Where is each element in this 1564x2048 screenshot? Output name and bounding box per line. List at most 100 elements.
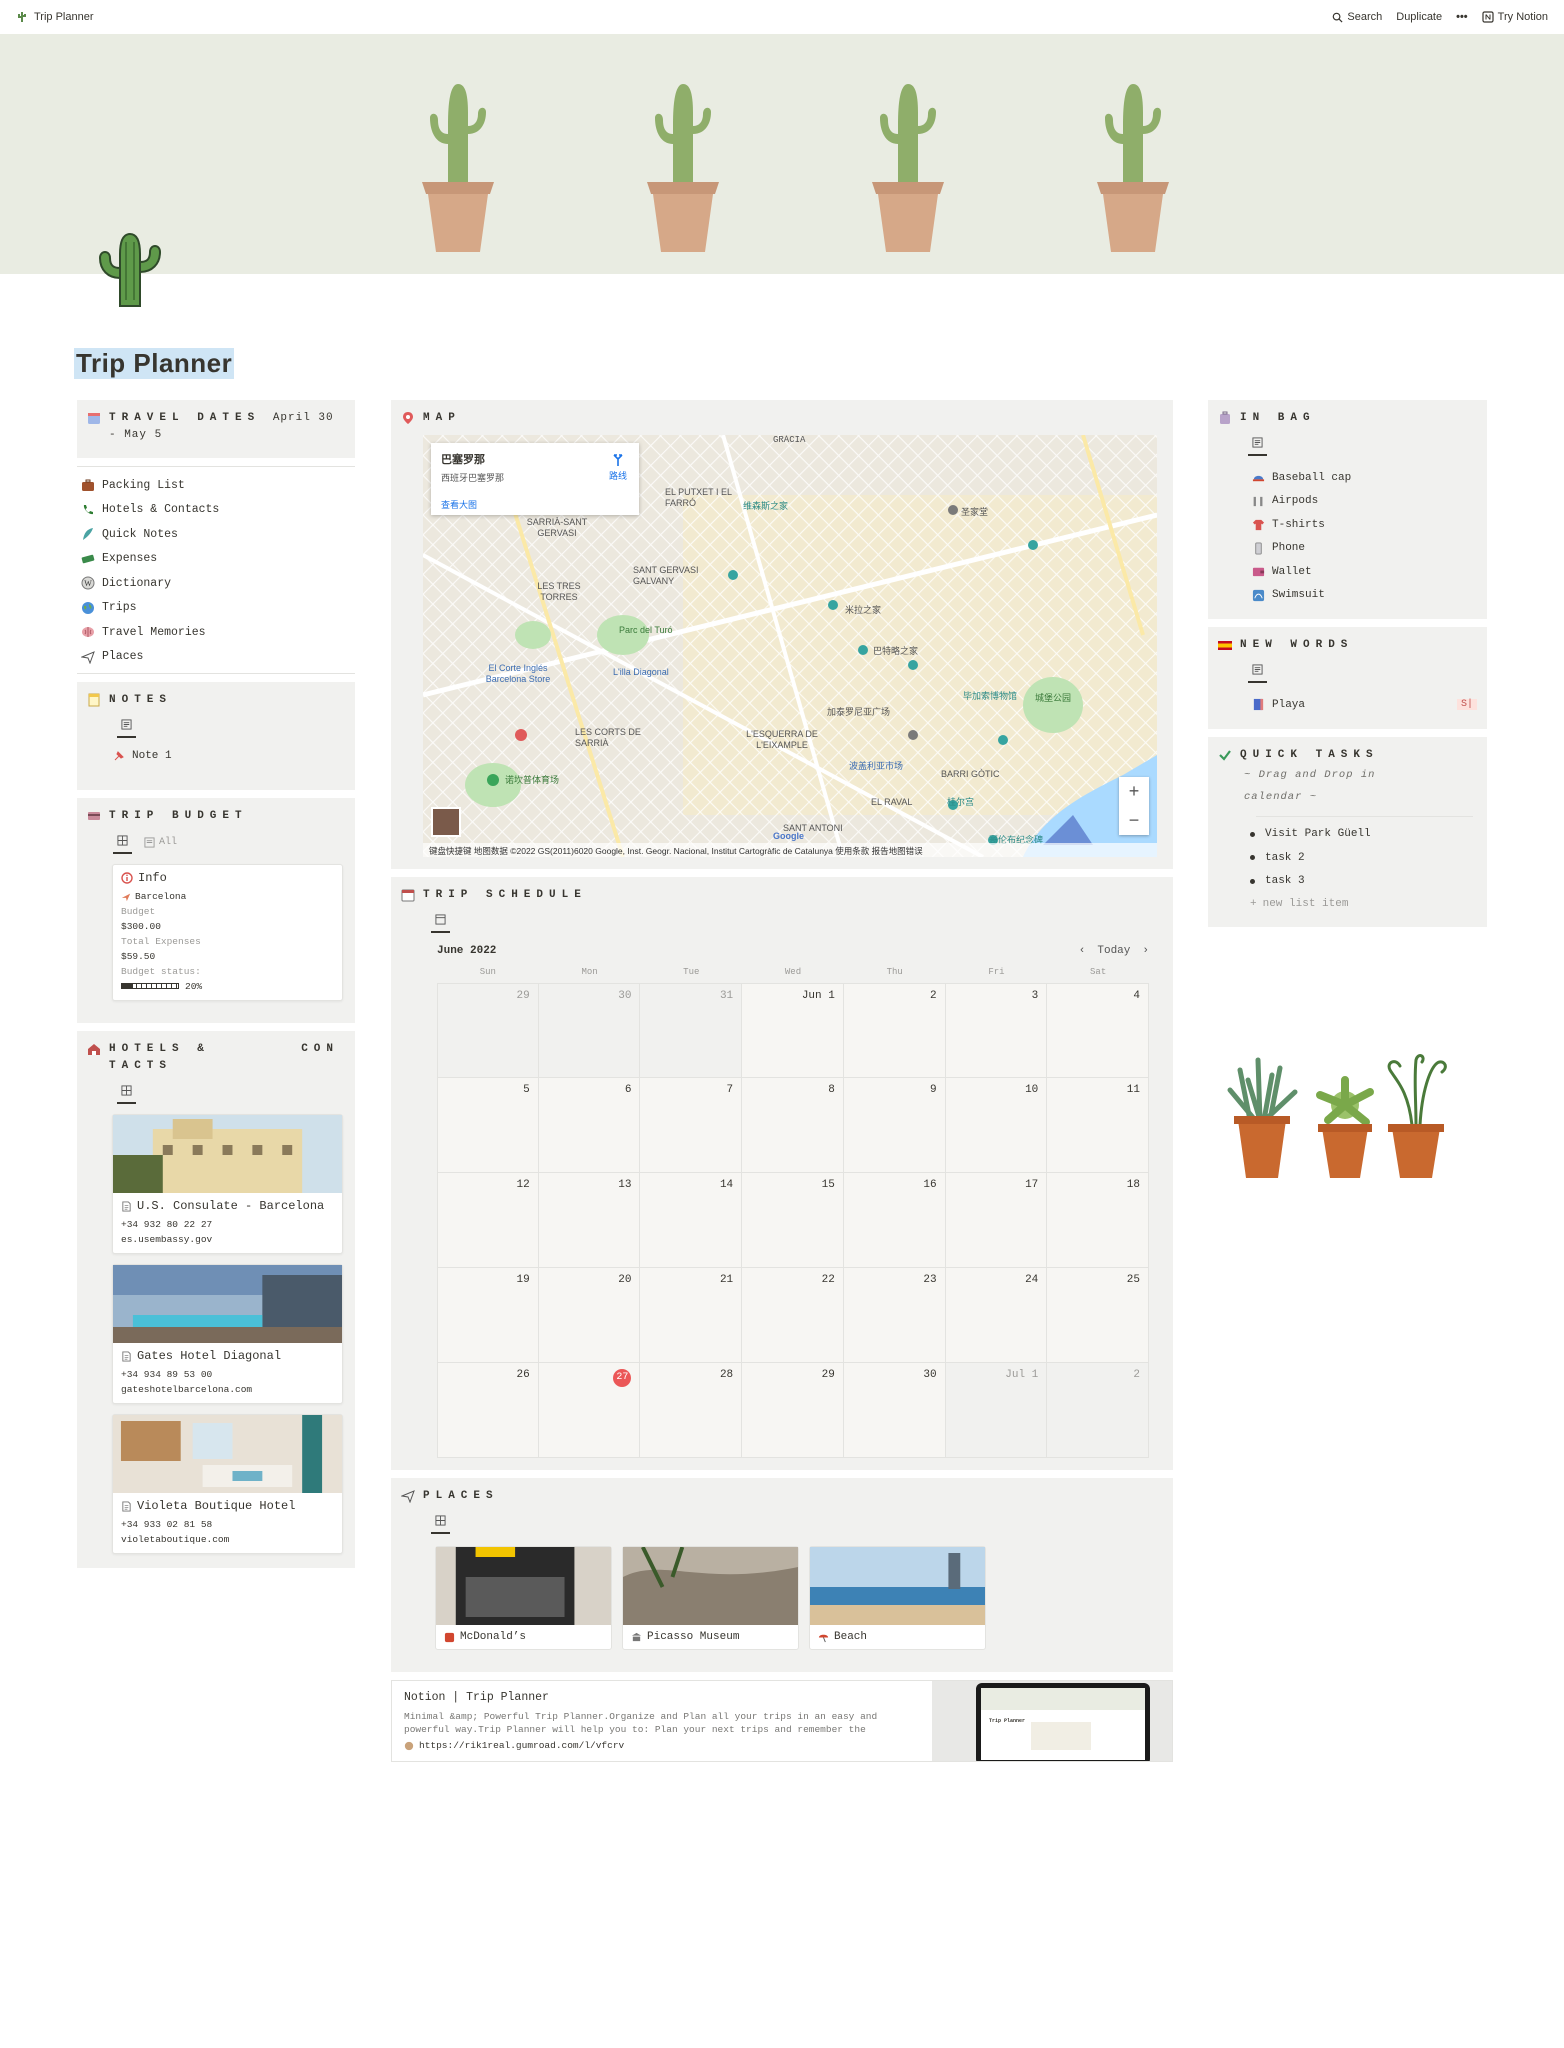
list-item[interactable]: Airpods	[1252, 490, 1477, 514]
bookmark-link[interactable]: Notion | Trip Planner Minimal &amp; Powe…	[391, 1680, 1173, 1762]
list-item[interactable]: Playa S|	[1252, 693, 1477, 717]
calendar-day-cell[interactable]: 12	[437, 1173, 539, 1268]
calendar-day-cell[interactable]: 20	[538, 1268, 641, 1363]
task-item[interactable]: Visit Park Güell	[1250, 823, 1477, 847]
calendar-day-cell[interactable]: 29	[742, 1363, 844, 1458]
hotels-title-part3: TACTS	[109, 1060, 173, 1072]
hotel-card[interactable]: Violeta Boutique Hotel +34 933 02 81 58 …	[112, 1414, 343, 1554]
calendar-day-cell[interactable]: 3	[945, 983, 1048, 1078]
gallery-view-tab[interactable]	[113, 829, 132, 854]
calendar-day-number: 4	[1133, 990, 1140, 1002]
nav-item-hotels-contacts[interactable]: Hotels & Contacts	[81, 498, 351, 523]
calendar-day-cell[interactable]: 5	[437, 1078, 539, 1173]
all-view-tab[interactable]: All	[140, 831, 181, 854]
nav-item-packing-list[interactable]: Packing List	[81, 473, 351, 498]
page-title[interactable]: Trip Planner	[74, 348, 235, 379]
calendar-day-cell[interactable]: 21	[640, 1268, 743, 1363]
calendar-day-cell[interactable]: 28	[640, 1363, 743, 1458]
list-item[interactable]: Swimsuit	[1252, 584, 1477, 608]
task-item[interactable]: task 3	[1250, 870, 1477, 894]
cactus-page-icon[interactable]	[88, 228, 172, 312]
list-item[interactable]: T-shirts	[1252, 513, 1477, 537]
nav-item-expenses[interactable]: Expenses	[81, 547, 351, 572]
nav-item-dictionary[interactable]: W Dictionary	[81, 571, 351, 596]
calendar-day-cell[interactable]: 7	[640, 1078, 743, 1173]
calendar-day-cell[interactable]: Jul 1	[945, 1363, 1048, 1458]
try-notion-button[interactable]: Try Notion	[1482, 11, 1548, 23]
nav-label: Packing List	[102, 478, 185, 492]
calendar-day-cell[interactable]: 26	[437, 1363, 539, 1458]
duplicate-button[interactable]: Duplicate	[1396, 11, 1442, 23]
calendar-view-tab[interactable]	[431, 908, 450, 933]
nav-item-places[interactable]: Places	[81, 645, 351, 670]
bookmark-thumbnail: Trip Planner	[932, 1681, 1172, 1761]
list-item[interactable]: Baseball cap	[1252, 466, 1477, 490]
hotel-url[interactable]: gateshotelbarcelona.com	[113, 1382, 342, 1403]
gallery-view-tab[interactable]	[117, 1079, 136, 1104]
google-map[interactable]: GRÀCIA EL PUTXET I EL FARRÓ SARRIÀ-SANT …	[423, 435, 1157, 857]
budget-card[interactable]: Info Barcelona Budget $300.00 Total Expe…	[112, 864, 343, 1001]
calendar-day-cell[interactable]: 17	[945, 1173, 1048, 1268]
task-item[interactable]: task 2	[1250, 846, 1477, 870]
place-card[interactable]: Beach	[809, 1546, 986, 1650]
view-larger-map-link[interactable]: 查看大图	[441, 498, 629, 511]
today-button[interactable]: Today	[1097, 945, 1130, 957]
gallery-view-tab[interactable]	[431, 1509, 450, 1534]
list-item[interactable]: Wallet	[1252, 560, 1477, 584]
calendar-day-cell[interactable]: 6	[538, 1078, 641, 1173]
calendar-day-cell[interactable]: 16	[843, 1173, 946, 1268]
calendar-day-number: 14	[719, 1179, 734, 1191]
breadcrumb[interactable]: Trip Planner	[16, 11, 94, 23]
place-card[interactable]: McDonald’s	[435, 1546, 612, 1650]
chevron-right-icon[interactable]: ›	[1142, 945, 1149, 957]
calendar-day-cell[interactable]: 19	[437, 1268, 539, 1363]
zoom-in-icon[interactable]: +	[1129, 781, 1140, 802]
nav-label: Travel Memories	[102, 625, 206, 639]
zoom-out-icon[interactable]: −	[1129, 810, 1140, 831]
calendar-day-cell[interactable]: 13	[538, 1173, 641, 1268]
hotel-url[interactable]: violetaboutique.com	[113, 1532, 342, 1553]
note-item[interactable]: Note 1	[87, 744, 345, 768]
calendar-day-cell[interactable]: 15	[742, 1173, 844, 1268]
list-view-tab[interactable]	[117, 713, 136, 738]
more-icon[interactable]: •••	[1456, 11, 1468, 23]
calendar-day-cell[interactable]: 2	[1047, 1363, 1149, 1458]
nav-item-trips[interactable]: Trips	[81, 596, 351, 621]
calendar-day-cell[interactable]: 25	[1047, 1268, 1149, 1363]
calendar-day-cell[interactable]: 8	[742, 1078, 844, 1173]
nav-item-travel-memories[interactable]: Travel Memories	[81, 620, 351, 645]
calendar-day-cell[interactable]: 10	[945, 1078, 1048, 1173]
list-view-tab[interactable]	[1248, 431, 1267, 456]
place-card[interactable]: Picasso Museum	[622, 1546, 799, 1650]
calendar-day-cell[interactable]: 2	[843, 983, 946, 1078]
new-list-item-button[interactable]: + new list item	[1250, 893, 1477, 915]
hotel-card[interactable]: Gates Hotel Diagonal +34 934 89 53 00 ga…	[112, 1264, 343, 1404]
calendar-view-icon	[435, 914, 446, 925]
list-view-tab[interactable]	[1248, 658, 1267, 683]
calendar-day-cell[interactable]: 11	[1047, 1078, 1149, 1173]
calendar-day-cell[interactable]: 30	[843, 1363, 946, 1458]
calendar-day-cell[interactable]: 27	[538, 1363, 641, 1458]
search-button[interactable]: Search	[1332, 11, 1382, 23]
calendar-day-cell[interactable]: 23	[843, 1268, 946, 1363]
hotel-card[interactable]: U.S. Consulate - Barcelona +34 932 80 22…	[112, 1114, 343, 1254]
calendar-day-cell[interactable]: 30	[538, 983, 641, 1078]
hotel-icon	[88, 1044, 100, 1055]
calendar-day-cell[interactable]: 14	[640, 1173, 743, 1268]
chevron-left-icon[interactable]: ‹	[1079, 945, 1086, 957]
nav-item-quick-notes[interactable]: Quick Notes	[81, 522, 351, 547]
directions-button[interactable]: 路线	[609, 453, 627, 482]
calendar-day-cell[interactable]: 4	[1047, 983, 1149, 1078]
map-label-pl-catalunya: 加泰罗尼亚广场	[827, 707, 891, 717]
calendar-day-cell[interactable]: 31	[640, 983, 743, 1078]
map-type-thumbnail[interactable]	[431, 807, 461, 837]
calendar-day-cell[interactable]: 18	[1047, 1173, 1149, 1268]
hotel-url[interactable]: es.usembassy.gov	[113, 1232, 342, 1253]
list-item[interactable]: Phone	[1252, 537, 1477, 561]
map-label-palau-guell: 桂尔宫	[947, 797, 975, 807]
calendar-day-cell[interactable]: 9	[843, 1078, 946, 1173]
calendar-day-cell[interactable]: 22	[742, 1268, 844, 1363]
calendar-day-cell[interactable]: 29	[437, 983, 539, 1078]
calendar-day-cell[interactable]: 24	[945, 1268, 1048, 1363]
calendar-day-cell[interactable]: Jun 1	[742, 983, 844, 1078]
